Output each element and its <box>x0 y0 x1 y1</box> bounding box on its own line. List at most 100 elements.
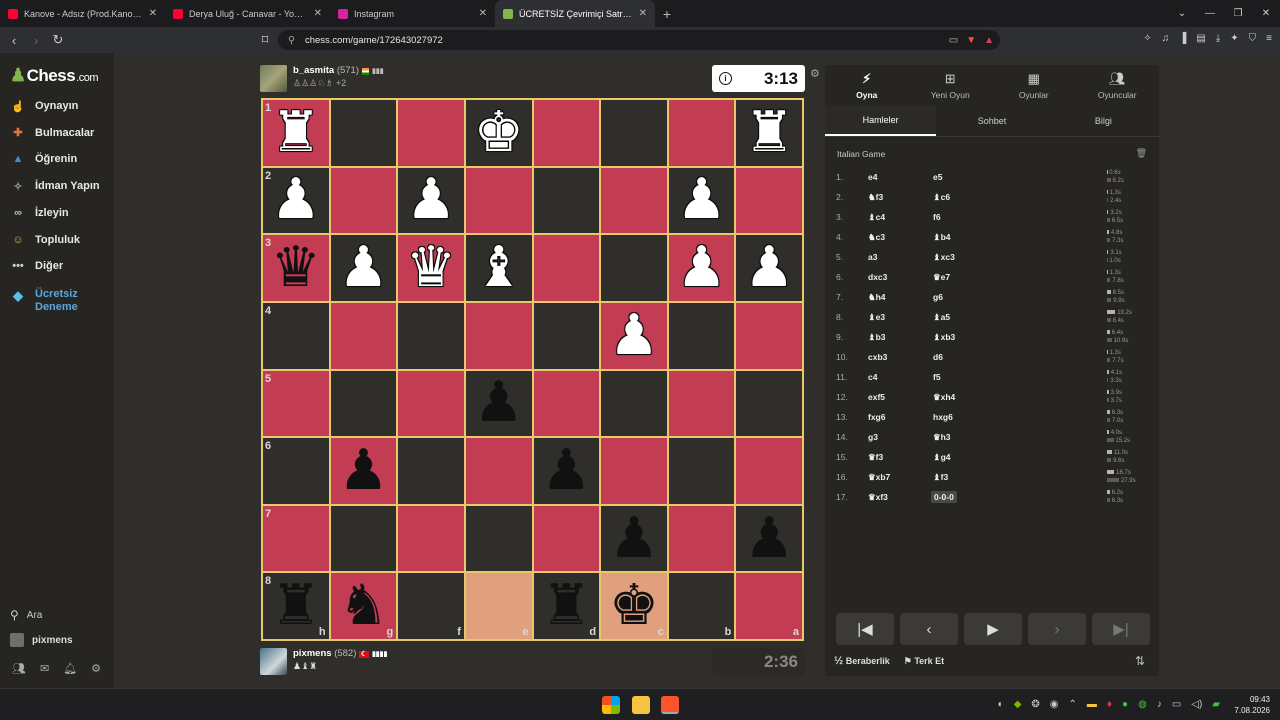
board-square[interactable] <box>532 369 601 438</box>
brave-browser-icon[interactable] <box>661 696 679 714</box>
board-square[interactable] <box>735 437 803 505</box>
board-square[interactable] <box>397 504 465 573</box>
sidebar-search[interactable]: ⚲ Ara <box>10 608 42 622</box>
board-square[interactable] <box>397 369 465 438</box>
brave-shield-icon[interactable]: ▼ <box>966 35 976 46</box>
white-move[interactable]: cxb3 <box>868 352 887 362</box>
board-square[interactable] <box>532 99 601 167</box>
close-tab-icon[interactable]: ✕ <box>479 8 487 19</box>
white-move[interactable]: c4 <box>868 372 877 382</box>
minimize-button[interactable]: — <box>1196 8 1224 19</box>
black-move[interactable]: ♝xb3 <box>933 332 955 343</box>
board-square[interactable] <box>667 369 736 438</box>
board-square[interactable] <box>600 437 668 505</box>
board-square[interactable]: d ♜ <box>532 572 601 640</box>
panel-tab[interactable]: ▦ Oyunlar <box>992 65 1076 105</box>
board-square[interactable] <box>600 99 668 167</box>
panel-tab[interactable]: ⊞ Yeni Oyun <box>909 65 993 105</box>
menu-icon[interactable]: ≡ <box>1266 33 1272 44</box>
board-square[interactable] <box>329 99 398 167</box>
maximize-button[interactable]: ❐ <box>1224 8 1252 19</box>
black-move[interactable]: f6 <box>933 212 941 222</box>
white-bishop-icon[interactable]: ♝ <box>474 240 524 296</box>
white-pawn-icon[interactable]: ♟ <box>744 240 794 296</box>
board-square[interactable] <box>397 437 465 505</box>
white-move[interactable]: ♞c3 <box>868 232 885 243</box>
microphone-icon[interactable]: ♪ <box>1157 699 1162 710</box>
new-tab-button[interactable]: + <box>655 6 679 22</box>
player-name[interactable]: pixmens <box>293 648 332 659</box>
panel-tab[interactable]: ⚡︎ Oyna <box>825 65 909 105</box>
black-pawn-icon[interactable]: ♟ <box>338 442 388 499</box>
resign-button[interactable]: ⚑ Terk Et <box>904 656 944 667</box>
black-pawn-icon[interactable]: ♟ <box>744 510 794 567</box>
black-move[interactable]: 0-0-0 <box>931 491 957 503</box>
black-move[interactable]: e5 <box>933 172 942 182</box>
close-window-button[interactable]: ✕ <box>1252 8 1280 19</box>
panel-subtab[interactable]: Sohbet <box>936 105 1047 136</box>
board-square[interactable]: g ♞ <box>329 572 398 640</box>
black-move[interactable]: hxg6 <box>933 412 953 422</box>
play-button[interactable]: ▶ <box>964 613 1022 645</box>
network-icon[interactable]: ▭ <box>1172 699 1181 710</box>
board-square[interactable] <box>667 437 736 505</box>
white-pawn-icon[interactable]: ♟ <box>406 172 456 228</box>
trash-icon[interactable]: 🗑︎ <box>1136 148 1147 159</box>
close-tab-icon[interactable]: ✕ <box>314 8 322 19</box>
flip-board-icon[interactable]: ⇅ <box>1135 654 1145 668</box>
board-square[interactable]: ♟ <box>667 234 736 302</box>
board-square[interactable]: 8 h ♜ <box>262 572 330 640</box>
board-square[interactable]: 4 <box>262 301 330 370</box>
close-tab-icon[interactable]: ✕ <box>149 8 157 19</box>
black-knight-icon[interactable]: ♞ <box>338 578 388 634</box>
board-square[interactable]: ♟ <box>464 369 533 438</box>
board-square[interactable] <box>464 166 533 235</box>
board-square[interactable]: f <box>397 572 465 640</box>
black-move[interactable]: g6 <box>933 292 943 302</box>
black-move[interactable]: ♝c6 <box>933 192 950 203</box>
back-button[interactable]: ‹ <box>3 33 25 48</box>
player-avatar[interactable] <box>260 648 287 675</box>
close-tab-icon[interactable]: ✕ <box>639 8 647 19</box>
board-square[interactable] <box>464 437 533 505</box>
ai-icon[interactable]: ✦ <box>1230 33 1238 44</box>
draw-button[interactable]: ½ Beraberlik <box>834 655 890 667</box>
panel-subtab[interactable]: Bilgi <box>1048 105 1159 136</box>
black-move[interactable]: ♝b4 <box>933 232 951 243</box>
black-rook-icon[interactable]: ♜ <box>541 578 591 634</box>
board-square[interactable] <box>735 166 803 235</box>
board-square[interactable]: ♟ <box>397 166 465 235</box>
board-square[interactable]: 6 <box>262 437 330 505</box>
chess-logo[interactable]: ♟ Chess .com <box>10 65 99 86</box>
board-square[interactable]: 3 ♛ <box>262 234 330 302</box>
board-square[interactable]: ♛ <box>397 234 465 302</box>
white-pawn-icon[interactable]: ♟ <box>609 307 659 364</box>
start-button[interactable] <box>602 696 620 714</box>
sidebar-icon[interactable]: ▐ <box>1179 33 1186 44</box>
black-move[interactable]: ♛h3 <box>933 432 951 443</box>
sidebar-item[interactable]: ▲ Öğrenin <box>10 151 78 167</box>
download-icon[interactable]: ⤓ <box>1216 33 1220 44</box>
white-move[interactable]: ♝e3 <box>868 312 885 323</box>
cast-icon[interactable]: ▭ <box>949 35 958 46</box>
board-square[interactable]: ♜ <box>735 99 803 167</box>
tray-app-icon[interactable]: ❂ <box>1031 699 1039 710</box>
browser-tab[interactable]: ÜCRETSİZ Çevrimiçi Satranç Oyna✕ <box>495 0 655 27</box>
board-square[interactable]: 5 <box>262 369 330 438</box>
messages-icon[interactable]: ✉ <box>40 662 49 675</box>
tray-discord-icon[interactable]: ◉ <box>1050 699 1059 710</box>
opening-name[interactable]: Italian Game <box>837 149 885 159</box>
white-move[interactable]: g3 <box>868 432 878 442</box>
board-square[interactable]: b <box>667 572 736 640</box>
black-move[interactable]: ♝f3 <box>933 472 948 483</box>
board-square[interactable] <box>329 166 398 235</box>
black-king-icon[interactable]: ♚ <box>609 578 659 634</box>
board-square[interactable] <box>532 234 601 302</box>
board-square[interactable] <box>667 301 736 370</box>
reload-button[interactable]: ↻ <box>47 32 69 48</box>
sidebar-item[interactable]: ✚ Bulmacalar <box>10 125 94 141</box>
tray-nvidia-icon[interactable]: ◆ <box>1014 699 1022 710</box>
board-square[interactable]: ♟ <box>667 166 736 235</box>
board-square[interactable]: ♟ <box>600 504 668 573</box>
board-square[interactable]: ♟ <box>532 437 601 505</box>
